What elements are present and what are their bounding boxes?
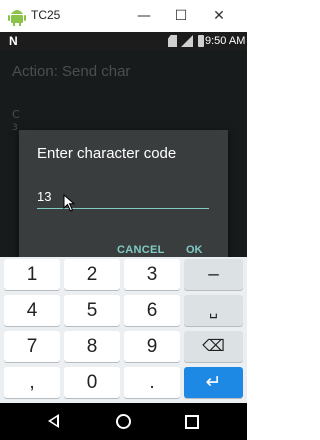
key-label: 1 bbox=[26, 264, 38, 285]
key-label: 2 bbox=[86, 264, 98, 285]
key-0[interactable]: 0 bbox=[64, 367, 120, 398]
key-7[interactable]: 7 bbox=[4, 331, 60, 362]
key-label: 7 bbox=[26, 336, 38, 357]
key-label: . bbox=[149, 372, 155, 393]
recents-icon[interactable] bbox=[185, 415, 199, 429]
background-row-label: C bbox=[12, 108, 20, 121]
key-label: – bbox=[208, 264, 219, 285]
dialog-title: Enter character code bbox=[37, 145, 177, 162]
close-button[interactable]: ✕ bbox=[209, 6, 229, 26]
key-label: 0 bbox=[86, 372, 98, 393]
minimize-button[interactable]: — bbox=[134, 6, 154, 26]
cancel-button[interactable]: CANCEL bbox=[117, 244, 165, 256]
android-app-icon bbox=[8, 10, 26, 26]
notification-n-icon: N bbox=[9, 34, 18, 48]
key-label: , bbox=[29, 372, 35, 393]
home-icon[interactable] bbox=[116, 414, 131, 429]
signal-icon bbox=[181, 35, 193, 47]
key-6[interactable]: 6 bbox=[124, 295, 180, 326]
character-code-dialog: Enter character code 13 CANCEL OK bbox=[19, 130, 228, 268]
key-label: 3 bbox=[146, 264, 158, 285]
key-minus[interactable]: – bbox=[184, 259, 243, 290]
window-title: TC25 bbox=[31, 8, 61, 22]
numeric-keyboard: 1 2 3 – 4 5 6 ␣ 7 8 9 ⌫ , 0 . ↵ bbox=[0, 257, 247, 403]
key-8[interactable]: 8 bbox=[64, 331, 120, 362]
key-4[interactable]: 4 bbox=[4, 295, 60, 326]
enter-icon: ↵ bbox=[205, 372, 222, 393]
battery-icon bbox=[198, 35, 204, 47]
enter-key[interactable]: ↵ bbox=[184, 367, 243, 398]
no-sim-icon bbox=[168, 35, 177, 47]
space-key[interactable]: ␣ bbox=[184, 295, 243, 326]
ok-button[interactable]: OK bbox=[186, 244, 203, 256]
space-icon: ␣ bbox=[209, 302, 218, 318]
window-titlebar: TC25 — ☐ ✕ bbox=[0, 0, 247, 33]
key-3[interactable]: 3 bbox=[124, 259, 180, 290]
backspace-icon: ⌫ bbox=[202, 338, 225, 355]
key-comma[interactable]: , bbox=[4, 367, 60, 398]
key-label: 6 bbox=[146, 300, 158, 321]
key-5[interactable]: 5 bbox=[64, 295, 120, 326]
status-clock: 9:50 AM bbox=[205, 35, 246, 47]
backspace-key[interactable]: ⌫ bbox=[184, 331, 243, 362]
key-label: 4 bbox=[26, 300, 38, 321]
background-row-sub: 3 bbox=[12, 123, 18, 133]
key-1[interactable]: 1 bbox=[4, 259, 60, 290]
android-nav-bar bbox=[0, 403, 247, 440]
key-2[interactable]: 2 bbox=[64, 259, 120, 290]
back-icon-inner bbox=[51, 417, 57, 425]
maximize-button[interactable]: ☐ bbox=[171, 6, 191, 26]
background-app: Action: Send char C 3 Enter character co… bbox=[0, 50, 247, 268]
key-period[interactable]: . bbox=[124, 367, 180, 398]
key-label: 5 bbox=[86, 300, 98, 321]
key-9[interactable]: 9 bbox=[124, 331, 180, 362]
key-label: 8 bbox=[86, 336, 98, 357]
mouse-cursor-icon bbox=[63, 194, 76, 212]
key-label: 9 bbox=[146, 336, 158, 357]
android-status-bar: N 9:50 AM bbox=[0, 32, 247, 50]
background-app-header: Action: Send char bbox=[12, 63, 131, 80]
